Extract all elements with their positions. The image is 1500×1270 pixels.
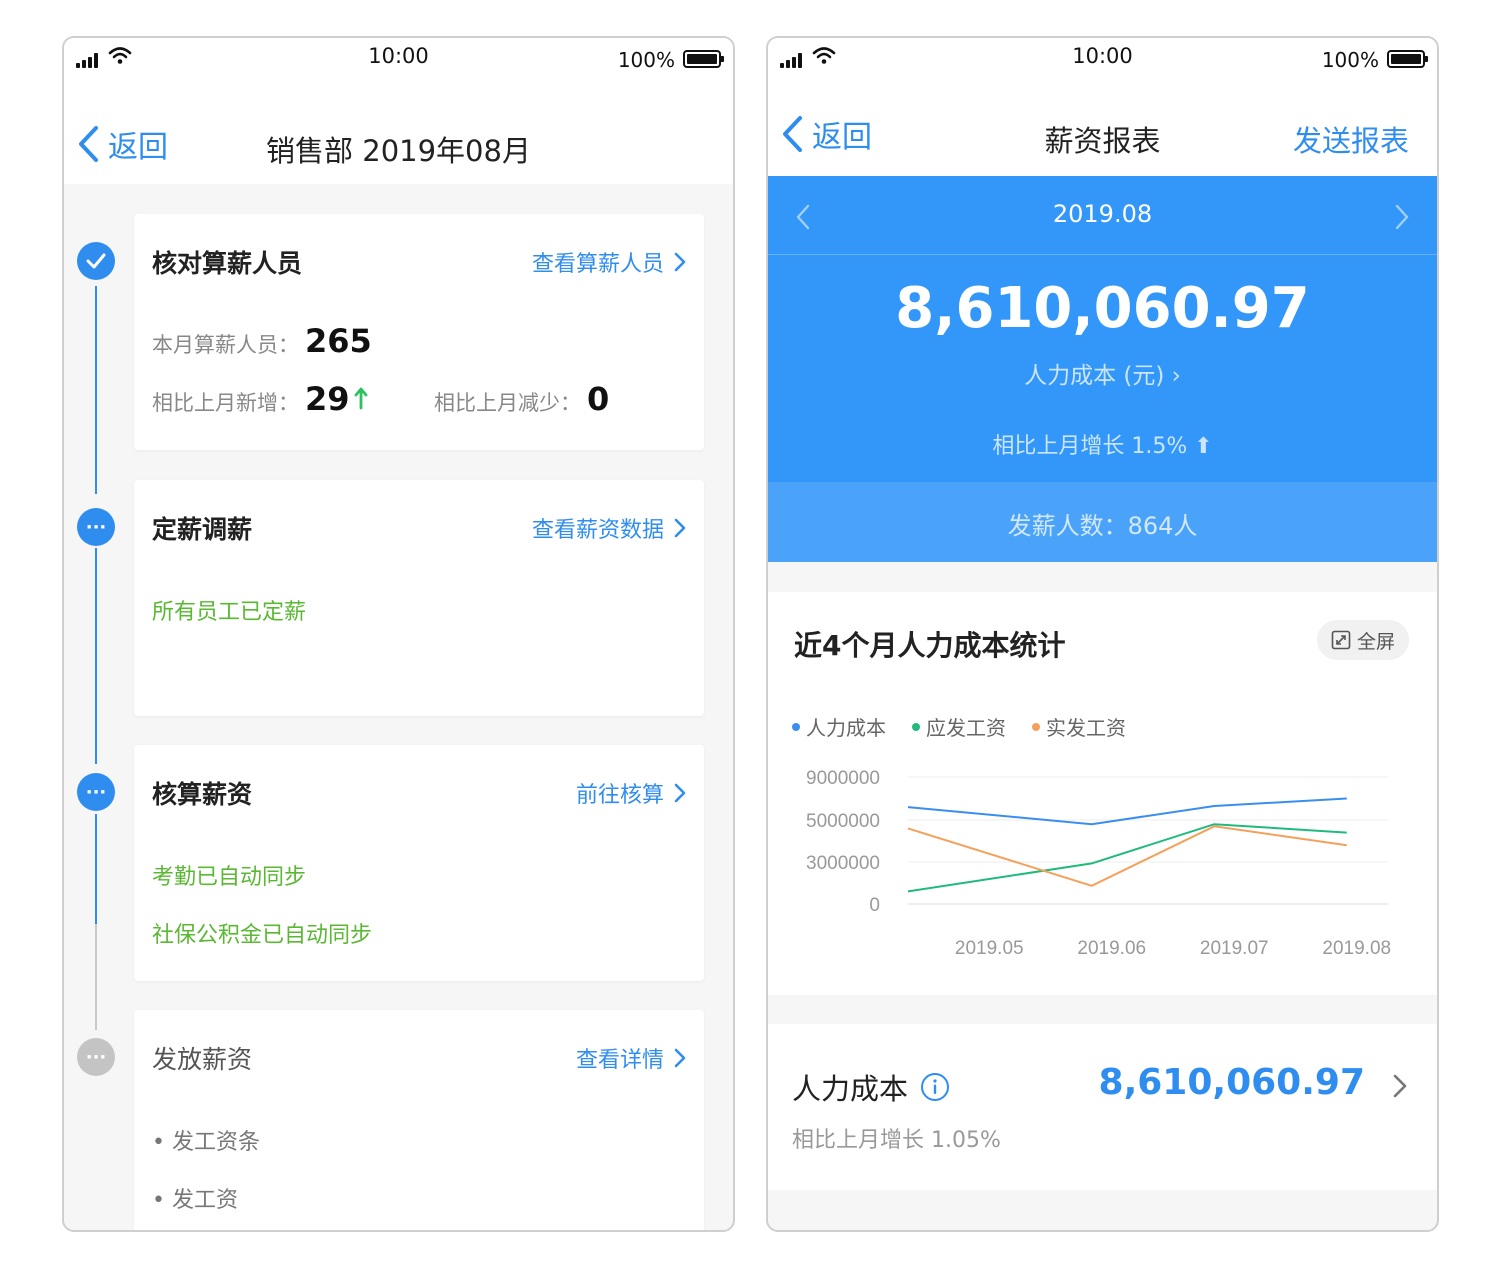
step-card-verify-staff: 核对算薪人员 查看算薪人员 本月算薪人员： 265 相比上月新增： 29 相比上… — [134, 214, 704, 450]
battery-percent: 100% — [1321, 48, 1379, 72]
battery-icon — [1387, 50, 1428, 68]
legend-dot-icon — [792, 722, 800, 731]
fullscreen-button[interactable]: 全屏 — [1316, 620, 1409, 660]
added-row: 相比上月新增： 29 — [152, 380, 368, 418]
series-line — [907, 823, 1347, 893]
battery-percent: 100% — [617, 48, 675, 72]
legend-dot-icon — [1032, 722, 1040, 731]
info-icon[interactable] — [920, 1072, 950, 1102]
chevron-right-icon — [674, 783, 686, 803]
cost-chart-card: 近4个月人力成本统计 全屏 人力成本 应发工资 实发工资 9000000 500000… — [768, 592, 1437, 995]
fullscreen-label: 全屏 — [1356, 630, 1395, 653]
total-cost-label[interactable]: 人力成本 (元) › — [768, 356, 1437, 390]
link-label: 查看算薪人员 — [531, 252, 664, 277]
legend-label: 实发工资 — [1046, 716, 1126, 740]
link-label: 前往核算 — [575, 783, 664, 808]
step-title: 发放薪资 — [152, 1045, 253, 1074]
headcount-label: 本月算薪人员： — [152, 333, 299, 357]
y-tick-label: 5000000 — [806, 811, 880, 832]
page-title: 销售部 2019年08月 — [266, 134, 531, 168]
link-label: 查看薪资数据 — [531, 518, 664, 543]
legend-dot-icon — [912, 722, 920, 731]
step-title: 定薪调薪 — [152, 515, 253, 544]
cost-line-chart: 9000000 5000000 3000000 0 2019.05 2019.06 2019… — [806, 768, 1391, 959]
x-tick-label: 2019.06 — [1077, 938, 1146, 959]
added-label: 相比上月新增： — [152, 391, 299, 415]
step-title: 核算薪资 — [152, 780, 253, 809]
status-note: 社保公积金已自动同步 — [152, 923, 373, 948]
link-label: 查看详情 — [575, 1048, 664, 1073]
view-salary-data-link[interactable]: 查看薪资数据 — [532, 512, 686, 544]
removed-row: 相比上月减少： 0 — [434, 380, 609, 418]
chevron-right-icon — [674, 1048, 686, 1068]
chevron-right-icon[interactable] — [1395, 204, 1409, 230]
x-tick-label: 2019.05 — [955, 938, 1024, 959]
status-bar: 10:00 100% — [64, 38, 733, 82]
cost-summary-row[interactable]: 人力成本 相比上月增长 1.05% 8,610,060.97 — [768, 1024, 1437, 1190]
headcount-row: 本月算薪人员： 265 — [152, 322, 372, 360]
legend-item[interactable]: 实发工资 — [1032, 712, 1126, 741]
y-tick-label: 3000000 — [806, 853, 880, 874]
arrow-up-icon — [354, 387, 367, 410]
battery-icon — [683, 50, 724, 68]
view-details-link[interactable]: 查看详情 — [576, 1042, 686, 1074]
timeline-connector — [95, 924, 97, 1030]
removed-label: 相比上月减少： — [434, 391, 581, 415]
legend-label: 人力成本 — [806, 716, 886, 740]
send-report-button[interactable]: 发送报表 — [1293, 118, 1409, 160]
status-note: 所有员工已定薪 — [152, 600, 307, 625]
payroll-process-screen: 10:00 100% 返回 销售部 2019年08月 ··· ··· ··· 核… — [62, 36, 735, 1232]
summary-banner: 2019.08 8,610,060.97 人力成本 (元) › 相比上月增长 1… — [768, 176, 1437, 562]
x-tick-label: 2019.08 — [1322, 938, 1391, 959]
chevron-right-icon — [1393, 1074, 1407, 1098]
step-title: 核对算薪人员 — [152, 249, 303, 278]
step-card-pay-salary: 发放薪资 查看详情 • 发工资条 • 发工资 — [134, 1010, 704, 1230]
salary-report-screen: 10:00 100% 返回 薪资报表 发送报表 2019.08 8,610,06… — [766, 36, 1439, 1232]
cost-title: 人力成本 — [792, 1066, 950, 1108]
legend-item[interactable]: 人力成本 — [792, 712, 886, 741]
chart-title: 近4个月人力成本统计 — [794, 629, 1066, 662]
chevron-right-icon — [674, 252, 686, 272]
check-icon — [77, 242, 115, 280]
series-line — [907, 825, 1347, 887]
status-note: 考勤已自动同步 — [152, 865, 307, 890]
y-tick-label: 9000000 — [806, 768, 880, 789]
total-cost-amount: 8,610,060.97 — [895, 276, 1310, 341]
cost-growth: 相比上月增长 1.05% — [792, 1128, 1001, 1153]
more-dots-icon: ··· — [77, 773, 115, 811]
timeline-connector — [95, 814, 97, 924]
status-bar: 10:00 100% — [768, 38, 1437, 82]
cost-title-label: 人力成本 — [792, 1072, 909, 1106]
legend-item[interactable]: 应发工资 — [912, 712, 1006, 741]
todo-item: • 发工资条 — [152, 1130, 260, 1155]
chevron-right-icon — [674, 518, 686, 538]
x-tick-label: 2019.07 — [1200, 938, 1269, 959]
expand-icon — [1331, 630, 1351, 650]
nav-bar: 返回 薪资报表 发送报表 — [768, 82, 1437, 176]
view-payroll-staff-link[interactable]: 查看算薪人员 — [532, 246, 686, 278]
timeline-connector — [95, 548, 97, 764]
payee-count-bar: 发薪人数：864人 — [768, 482, 1437, 562]
removed-value: 0 — [587, 380, 610, 418]
legend-label: 应发工资 — [926, 716, 1006, 740]
more-dots-icon: ··· — [77, 1038, 115, 1076]
chart-legend: 人力成本 应发工资 实发工资 — [792, 712, 1152, 741]
added-value: 29 — [305, 380, 350, 418]
y-tick-label: 0 — [869, 895, 880, 916]
go-calculate-link[interactable]: 前往核算 — [576, 777, 686, 809]
headcount-value: 265 — [305, 322, 372, 360]
nav-bar: 返回 销售部 2019年08月 — [64, 82, 733, 184]
cost-amount: 8,610,060.97 — [1098, 1062, 1365, 1103]
payee-count: 发薪人数：864人 — [1007, 512, 1198, 540]
step-card-set-salary: 定薪调薪 查看薪资数据 所有员工已定薪 — [134, 480, 704, 716]
month-label: 2019.08 — [1052, 200, 1153, 228]
step-card-calculate-salary: 核算薪资 前往核算 考勤已自动同步 社保公积金已自动同步 — [134, 745, 704, 981]
growth-text: 相比上月增长 1.5% ⬆ — [992, 434, 1213, 459]
divider — [768, 254, 1437, 255]
more-dots-icon: ··· — [77, 508, 115, 546]
timeline-connector — [95, 286, 97, 494]
todo-item: • 发工资 — [152, 1188, 238, 1213]
